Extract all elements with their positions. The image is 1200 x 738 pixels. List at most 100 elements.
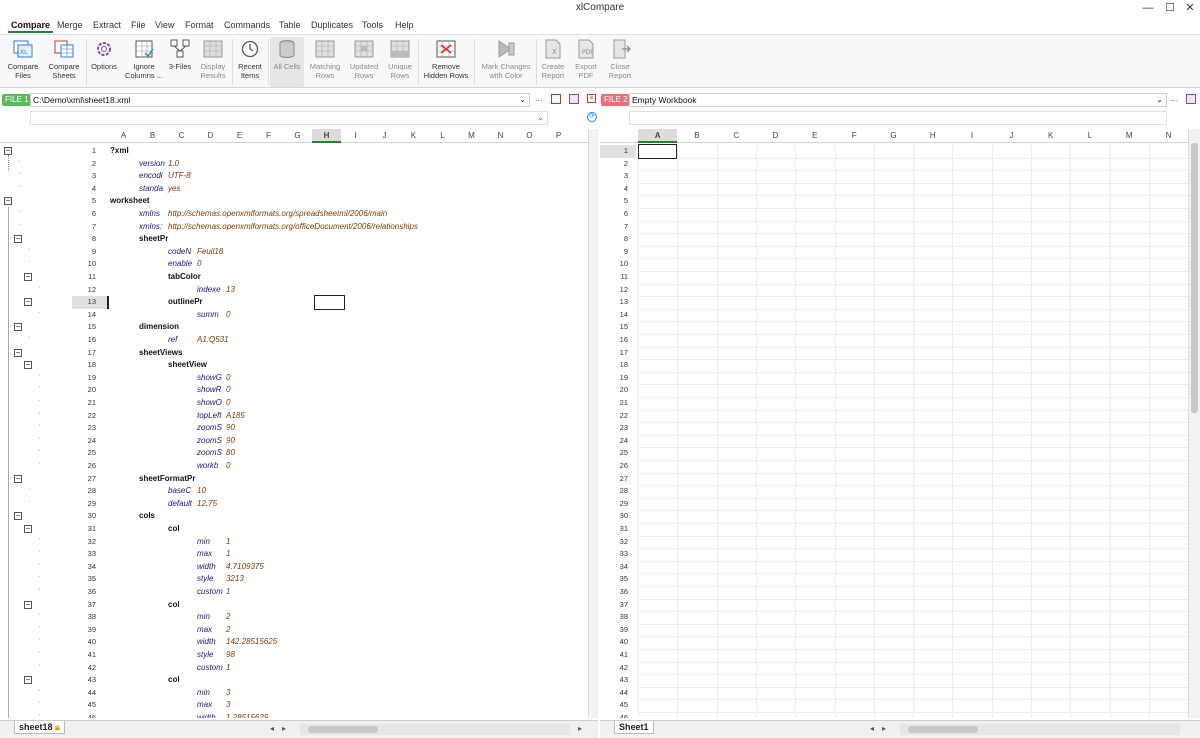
xml-attribute-name[interactable]: zoomS [197,447,225,460]
column-header-b[interactable]: B [677,129,716,143]
row-header[interactable]: 25 [72,447,108,460]
row-header[interactable]: 36 [600,586,636,599]
xml-element-name[interactable]: worksheet [110,195,150,208]
row-header[interactable]: 38 [72,611,108,624]
xml-attribute-value[interactable]: 142.28515625 [226,636,277,649]
xml-attribute-value[interactable]: 0 [226,384,230,397]
updated-rows-button[interactable]: Updated Rows [346,37,382,87]
column-header-i[interactable]: I [952,129,991,143]
column-header-h[interactable]: H [913,129,952,143]
row-header[interactable]: 14 [600,309,636,322]
xml-element-name[interactable]: ?xml [110,145,129,158]
row-header[interactable]: 28 [72,485,108,498]
xml-attribute-value[interactable]: 80 [226,447,235,460]
menu-merge[interactable]: Merge [54,17,86,33]
row-header[interactable]: 31 [72,523,108,536]
menu-compare[interactable]: Compare [8,17,54,33]
row-header[interactable]: 4 [600,183,636,196]
row-header[interactable]: 11 [600,271,636,284]
scrollbar-thumb[interactable] [1191,143,1198,413]
right-spreadsheet[interactable]: A B C D E F G H I J K L M N 1 2 3 4 5 6 7 8 9 10 11 12 13 14 15 16 17 1… [600,129,1188,718]
column-header-j[interactable]: J [370,129,399,143]
row-header[interactable]: 45 [600,699,636,712]
file1-formula-bar[interactable]: ⌄ [30,111,548,125]
create-report-button[interactable]: X Create Report [538,37,568,87]
collapse-icon[interactable]: − [14,512,22,521]
column-header-n[interactable]: N [486,129,515,143]
row-header[interactable]: 46 [600,712,636,718]
row-header[interactable]: 1 [600,145,636,158]
xml-attribute-name[interactable]: xmlns [139,208,167,221]
remove-hidden-rows-button[interactable]: Remove Hidden Rows [420,37,472,87]
right-vertical-scrollbar[interactable] [1188,129,1200,718]
column-header-i[interactable]: I [341,129,370,143]
row-header[interactable]: 35 [600,573,636,586]
xml-attribute-name[interactable]: max [197,548,225,561]
row-header[interactable]: 33 [600,548,636,561]
row-header[interactable]: 22 [72,410,108,423]
xml-attribute-value[interactable]: http://schemas.openxmlformats.org/office… [168,221,418,234]
row-header[interactable]: 20 [72,384,108,397]
row-header[interactable]: 10 [600,258,636,271]
xml-attribute-value[interactable]: 90 [226,422,235,435]
xml-attribute-name[interactable]: xmlns: [139,221,167,234]
xml-attribute-name[interactable]: min [197,687,225,700]
row-header[interactable]: 2 [600,158,636,171]
save-icon[interactable] [551,94,561,104]
row-header[interactable]: 27 [600,473,636,486]
column-header-a[interactable]: A [638,129,678,143]
row-header[interactable]: 32 [72,536,108,549]
xml-attribute-value[interactable]: 1 [226,548,230,561]
scroll-left-icon[interactable]: ◂ [870,724,874,733]
unique-rows-button[interactable]: Unique Rows [384,37,416,87]
xml-attribute-name[interactable]: ref [168,334,196,347]
scroll-right-icon[interactable]: ▸ [282,724,286,733]
xml-attribute-name[interactable]: showR [197,384,225,397]
sheet-tab-sheet1[interactable]: Sheet1 [614,721,654,734]
row-header[interactable]: 37 [600,599,636,612]
column-header-a[interactable]: A [109,129,138,143]
open-icon[interactable] [569,94,579,104]
xml-element-name[interactable]: outlinePr [168,296,203,309]
row-header[interactable]: 40 [600,636,636,649]
column-header-m[interactable]: M [1110,129,1149,143]
xml-element-name[interactable]: sheetViews [139,347,182,360]
matching-rows-button[interactable]: Matching Rows [306,37,344,87]
xml-element-name[interactable]: sheetFormatPr [139,473,195,486]
xml-attribute-value[interactable]: 3 [226,687,230,700]
xml-attribute-name[interactable]: summ [197,309,225,322]
xml-attribute-name[interactable]: max [197,624,225,637]
xml-attribute-name[interactable]: codeN [168,246,196,259]
row-header[interactable]: 40 [72,636,108,649]
xml-attribute-value[interactable]: 2 [226,624,230,637]
column-header-n[interactable]: N [1149,129,1188,143]
xml-attribute-name[interactable]: width [197,636,225,649]
collapse-icon[interactable]: − [24,361,32,370]
file2-formula-bar[interactable] [629,111,1167,125]
xml-attribute-value[interactable]: A185 [226,410,245,423]
left-horizontal-scrollbar[interactable] [300,724,570,735]
left-vertical-scrollbar[interactable] [588,129,598,718]
collapse-icon[interactable]: − [24,298,32,307]
xml-attribute-value[interactable]: 0 [226,460,230,473]
collapse-icon[interactable]: − [4,147,12,155]
row-header[interactable]: 8 [600,233,636,246]
scroll-left-icon[interactable]: ◂ [270,724,274,733]
column-header-c[interactable]: C [717,129,756,143]
row-header[interactable]: 39 [600,624,636,637]
row-header[interactable]: 43 [600,674,636,687]
xml-attribute-name[interactable]: max [197,699,225,712]
row-header[interactable]: 10 [72,258,108,271]
xml-attribute-name[interactable]: showG [197,372,225,385]
menu-table[interactable]: Table [276,17,304,33]
xml-attribute-value[interactable]: http://schemas.openxmlformats.org/spread… [168,208,387,221]
maximize-button[interactable]: ☐ [1160,0,1180,16]
xml-element-name[interactable]: col [168,523,180,536]
xml-attribute-value[interactable]: 4.7109375 [226,561,264,574]
row-header[interactable]: 16 [600,334,636,347]
xml-attribute-value[interactable]: A1:Q531 [197,334,229,347]
menu-tools[interactable]: Tools [359,17,386,33]
row-header[interactable]: 43 [72,674,108,687]
sync-icon[interactable]: ⟳ [587,112,597,122]
xml-element-name[interactable]: tabColor [168,271,201,284]
